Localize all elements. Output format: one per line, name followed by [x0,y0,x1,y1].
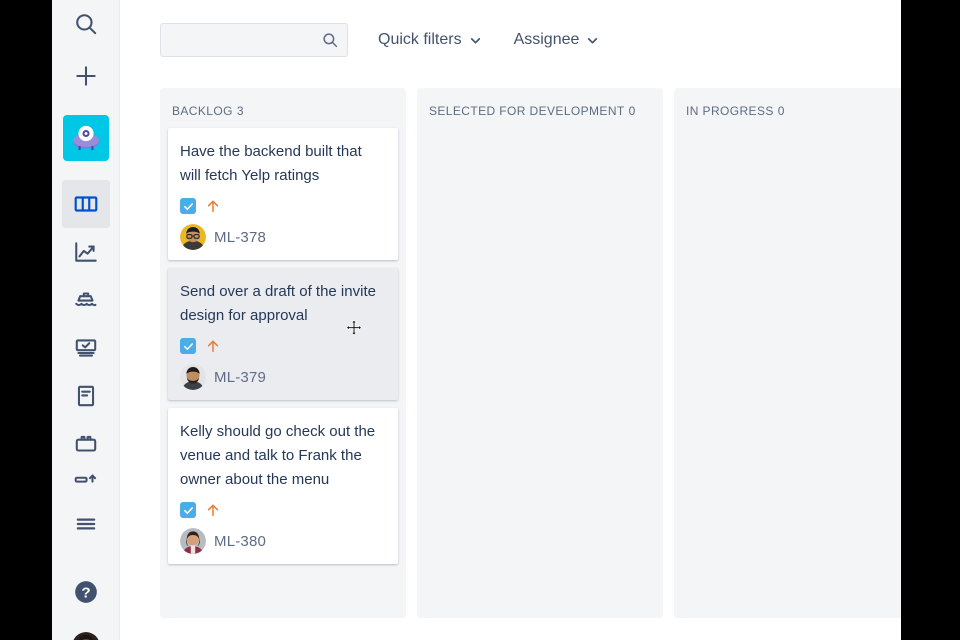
column-count: 0 [628,104,636,118]
sidebar-item-pages[interactable] [62,372,110,420]
card-title: Have the backend built that will fetch Y… [180,143,362,184]
column-title: SELECTED FOR DEVELOPMENT [429,104,625,118]
priority-high-up-arrow-icon[interactable] [206,198,220,214]
card[interactable]: Send over a draft of the invite design f… [168,268,398,400]
search-box[interactable] [160,23,348,57]
column-selected-for-development: SELECTED FOR DEVELOPMENT 0 [417,88,663,618]
card-footer: ML-378 [180,224,386,250]
card[interactable]: Kelly should go check out the venue and … [168,408,398,564]
sidebar-item-components[interactable] [62,420,110,468]
sidebar-item-project[interactable] [62,114,110,162]
search-icon [73,11,99,37]
search-input[interactable] [161,24,347,56]
assignee-label: Assignee [513,31,580,48]
card-meta [180,338,386,354]
board-icon [73,191,99,217]
svg-text:?: ? [81,585,90,602]
kanban-board: BACKLOG 3 Have the backend built that wil… [120,80,901,640]
task-check-icon[interactable] [180,502,196,518]
card[interactable]: Have the backend built that will fetch Y… [168,128,398,260]
card-meta [180,198,386,214]
card-key: ML-379 [214,368,267,386]
menu-icon [73,511,99,537]
column-cards: Have the backend built that will fetch Y… [160,128,406,580]
sidebar-item-menu[interactable] [62,500,110,548]
sidebar-item-board[interactable] [61,180,110,228]
pages-icon [73,383,99,409]
column-in-progress: IN PROGRESS 0 [674,88,901,618]
column-count: 0 [777,104,785,118]
project-logo-icon [62,115,109,161]
column-header: IN PROGRESS 0 [674,88,901,128]
card-key: ML-380 [214,532,267,550]
quick-filters-dropdown[interactable]: Quick filters [372,23,488,57]
releases-icon [73,287,99,313]
sidebar-item-search[interactable] [62,0,110,48]
column-count: 3 [236,104,244,118]
user-avatar [71,632,100,640]
sidebar-item-help[interactable]: ? [62,568,110,616]
column-title: IN PROGRESS [686,104,774,118]
sidebar-item-create[interactable] [62,52,110,100]
card-key: ML-378 [214,228,267,246]
quick-filters-label: Quick filters [378,31,462,48]
card-meta [180,502,386,518]
task-check-icon[interactable] [180,338,196,354]
help-icon: ? [73,579,99,605]
search-icon[interactable] [321,31,339,49]
sidebar-item-reports[interactable] [62,228,110,276]
assignee-dropdown[interactable]: Assignee [508,23,606,57]
main-content: Quick filters Assignee BACKLOG 3 Have th… [120,0,901,640]
chevron-down-icon [469,34,482,47]
sidebar-item-add-item[interactable] [62,468,110,494]
screen: ? Quick filters Assignee BACKLOG 3 Have … [0,0,960,640]
create-icon [73,63,99,89]
column-header: SELECTED FOR DEVELOPMENT 0 [417,88,663,128]
column-cards [417,128,663,136]
card-footer: ML-380 [180,528,386,554]
global-sidebar: ? [52,0,120,640]
column-header: BACKLOG 3 [160,88,406,128]
task-check-icon[interactable] [180,198,196,214]
board-toolbar: Quick filters Assignee [120,0,901,80]
reports-icon [73,239,99,265]
sidebar-item-issues[interactable] [62,324,110,372]
card-title: Send over a draft of the invite design f… [180,283,376,324]
avatar[interactable] [180,224,206,250]
avatar[interactable] [180,528,206,554]
column-backlog: BACKLOG 3 Have the backend built that wil… [160,88,406,618]
column-cards [674,128,901,136]
priority-high-up-arrow-icon[interactable] [206,338,220,354]
chevron-down-icon [586,34,599,47]
column-title: BACKLOG [172,104,233,118]
card-footer: ML-379 [180,364,386,390]
sidebar-item-user-avatar[interactable] [62,622,110,640]
components-icon [73,431,99,457]
sidebar-item-releases[interactable] [62,276,110,324]
avatar[interactable] [180,364,206,390]
issues-icon [73,335,99,361]
add-item-icon [73,468,99,494]
priority-high-up-arrow-icon[interactable] [206,502,220,518]
card-title: Kelly should go check out the venue and … [180,423,376,488]
